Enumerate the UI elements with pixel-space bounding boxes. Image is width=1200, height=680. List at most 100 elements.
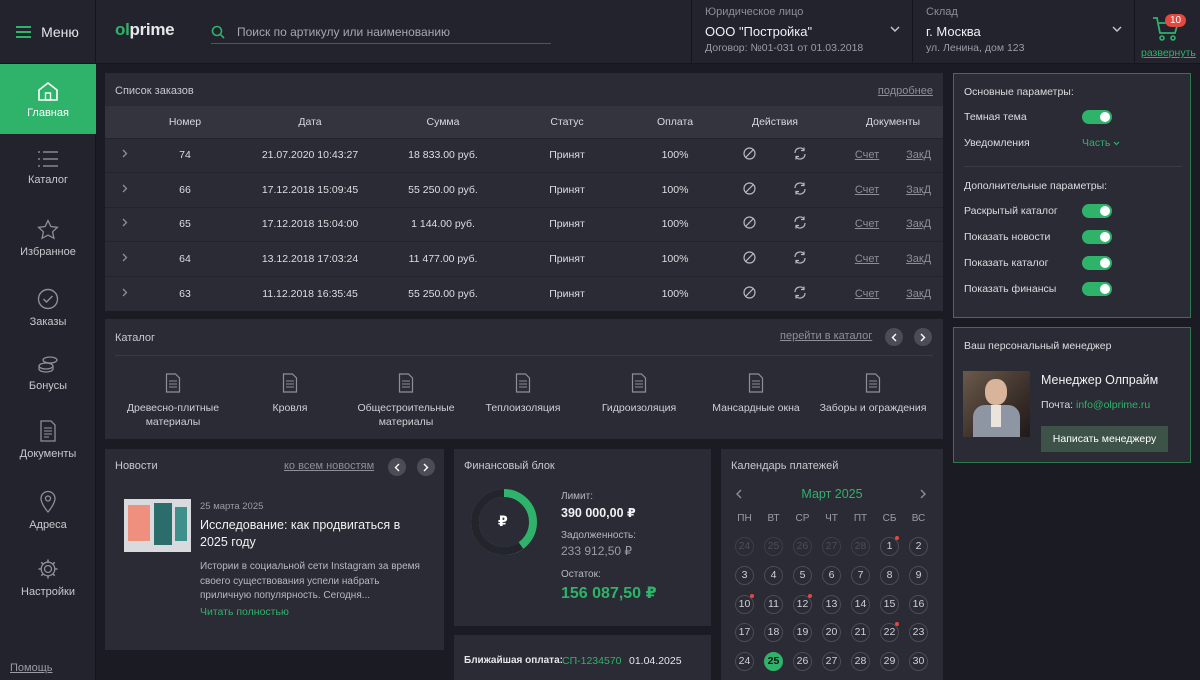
column-header[interactable]: Оплата [643, 106, 707, 138]
news-read-more-link[interactable]: Читать полностью [200, 606, 289, 618]
calendar-day[interactable]: 21 [851, 623, 870, 643]
calendar-day[interactable]: 7 [851, 565, 870, 585]
calendar-day[interactable]: 18 [764, 623, 783, 643]
expand-row-icon[interactable] [105, 137, 145, 173]
table-row[interactable]: 63 11.12.2018 16:35:45 55 250.00 руб. Пр… [105, 275, 943, 311]
sidebar-item-orders[interactable]: Заказы [0, 276, 96, 346]
orders-more-link[interactable]: подробнее [878, 85, 933, 97]
order-doc-link[interactable]: ЗакД [906, 253, 931, 265]
invoice-link[interactable]: Счет [855, 253, 879, 265]
news-prev-button[interactable] [388, 458, 406, 476]
repeat-order-icon[interactable] [793, 251, 807, 264]
news-headline[interactable]: Исследование: как продвигаться в 2025 го… [200, 517, 430, 551]
catalog-category[interactable]: Мансардные окна [698, 373, 814, 415]
catalog-category[interactable]: Кровля [232, 373, 348, 415]
notifications-select[interactable]: Часть [1082, 137, 1120, 149]
column-header[interactable]: Документы [843, 106, 943, 138]
calendar-day[interactable]: 3 [735, 565, 754, 585]
invoice-link[interactable]: Счет [855, 149, 879, 161]
sidebar-item-catalog[interactable]: Каталог [0, 136, 96, 206]
logo[interactable]: olprime [115, 20, 175, 40]
repeat-order-icon[interactable] [793, 285, 807, 299]
calendar-day[interactable]: 29 [880, 652, 899, 672]
calendar-day[interactable]: 13 [822, 594, 841, 614]
sidebar-item-documents[interactable]: Документы [0, 416, 96, 486]
calendar-day[interactable]: 4 [764, 565, 783, 585]
invoice-link[interactable]: Счет [855, 288, 879, 300]
calendar-day[interactable]: 6 [822, 565, 841, 585]
calendar-day[interactable]: 14 [851, 594, 870, 614]
catalog-category[interactable]: Гидроизоляция [581, 373, 697, 415]
catalog-category[interactable]: Древесно-плитные материалы [115, 373, 231, 429]
calendar-day[interactable]: 8 [880, 565, 899, 585]
menu-button[interactable]: Меню [0, 0, 96, 64]
invoice-link[interactable]: Счет [855, 218, 879, 230]
calendar-day[interactable]: 15 [880, 594, 899, 614]
calendar-day[interactable]: 22 [880, 623, 899, 643]
calendar-day[interactable]: 25 [764, 652, 783, 672]
cart-button[interactable]: 10 развернуть [1134, 0, 1200, 64]
column-header[interactable]: Действия [707, 106, 843, 138]
catalog-link[interactable]: перейти в каталог [780, 330, 872, 342]
repeat-order-icon[interactable] [793, 182, 807, 195]
search-input[interactable] [237, 24, 537, 39]
calendar-day[interactable]: 2 [909, 537, 928, 556]
cancel-order-icon[interactable] [743, 147, 756, 160]
write-manager-button[interactable]: Написать менеджеру [1041, 426, 1168, 452]
repeat-order-icon[interactable] [793, 147, 807, 160]
calendar-day[interactable]: 9 [909, 565, 928, 585]
table-row[interactable]: 66 17.12.2018 15:09:45 55 250.00 руб. Пр… [105, 172, 943, 207]
column-header[interactable]: Статус [491, 106, 643, 138]
sidebar-item-settings[interactable]: Настройки [0, 556, 96, 626]
calendar-day[interactable]: 24 [735, 652, 754, 672]
order-doc-link[interactable]: ЗакД [906, 184, 931, 196]
expand-row-icon[interactable] [105, 206, 145, 242]
cancel-order-icon[interactable] [743, 216, 756, 229]
news-next-button[interactable] [417, 458, 435, 476]
extra-setting-toggle[interactable] [1082, 204, 1112, 218]
catalog-category[interactable]: Теплоизоляция [465, 373, 581, 415]
catalog-category[interactable]: Заборы и ограждения [815, 373, 931, 415]
cancel-order-icon[interactable] [743, 251, 756, 264]
repeat-order-icon[interactable] [793, 216, 807, 229]
help-link[interactable]: Помощь [10, 662, 53, 674]
table-row[interactable]: 74 21.07.2020 10:43:27 18 833.00 руб. Пр… [105, 137, 943, 173]
expand-row-icon[interactable] [105, 172, 145, 207]
legal-entity-select[interactable]: Юридическое лицо ООО "Постройка" Договор… [691, 0, 912, 64]
extra-setting-toggle[interactable] [1082, 282, 1112, 296]
expand-row-icon[interactable] [105, 241, 145, 276]
calendar-day[interactable]: 26 [793, 652, 812, 672]
table-row[interactable]: 64 13.12.2018 17:03:24 11 477.00 руб. Пр… [105, 241, 943, 276]
cancel-order-icon[interactable] [743, 285, 756, 299]
sidebar-item-addresses[interactable]: Адреса [0, 486, 96, 556]
manager-email-link[interactable]: info@olprime.ru [1076, 399, 1150, 411]
sidebar-item-bonuses[interactable]: Бонусы [0, 346, 96, 416]
order-doc-link[interactable]: ЗакД [906, 149, 931, 161]
expand-link[interactable]: развернуть [1141, 47, 1196, 59]
extra-setting-toggle[interactable] [1082, 256, 1112, 270]
sidebar-item-home[interactable]: Главная [0, 64, 96, 134]
sidebar-item-favorites[interactable]: Избранное [0, 206, 96, 276]
invoice-link[interactable]: Счет [855, 184, 879, 196]
calendar-day[interactable]: 27 [822, 652, 841, 672]
nearest-payment-code[interactable]: СП-1234570 [562, 655, 622, 667]
catalog-next-button[interactable] [914, 328, 932, 346]
calendar-day[interactable]: 16 [909, 594, 928, 614]
cancel-order-icon[interactable] [743, 182, 756, 195]
order-doc-link[interactable]: ЗакД [906, 288, 931, 300]
calendar-day[interactable]: 30 [909, 652, 928, 672]
news-image[interactable] [124, 499, 191, 552]
calendar-day[interactable]: 17 [735, 623, 754, 643]
calendar-day[interactable]: 11 [764, 594, 783, 614]
calendar-next-month-icon[interactable] [919, 489, 927, 499]
catalog-category[interactable]: Общестроительные материалы [348, 373, 464, 429]
column-header[interactable]: Дата [225, 106, 395, 138]
news-all-link[interactable]: ко всем новостям [284, 460, 374, 472]
extra-setting-toggle[interactable] [1082, 230, 1112, 244]
table-row[interactable]: 65 17.12.2018 15:04:00 1 144.00 руб. При… [105, 206, 943, 242]
dark-theme-toggle[interactable] [1082, 110, 1112, 124]
calendar-day[interactable]: 20 [822, 623, 841, 643]
order-doc-link[interactable]: ЗакД [906, 218, 931, 230]
calendar-day[interactable]: 28 [851, 652, 870, 672]
column-header[interactable]: Сумма [395, 106, 491, 138]
